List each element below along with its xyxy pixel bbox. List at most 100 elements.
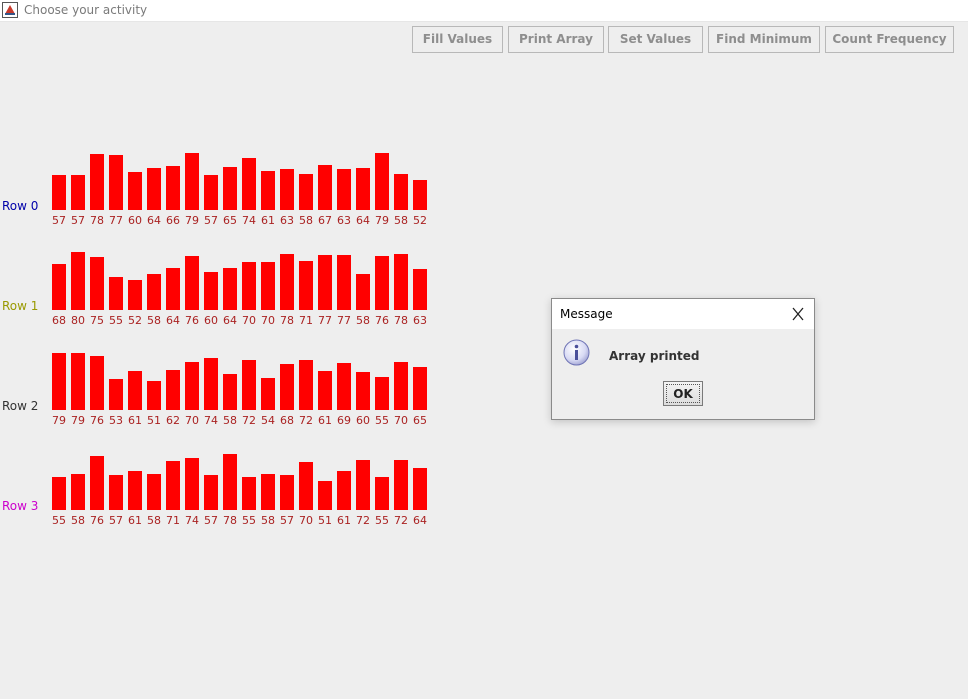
value-label-row0-col4: 60	[128, 214, 142, 227]
bar-row0-col5	[147, 168, 161, 210]
value-label-row2-col2: 76	[90, 414, 104, 427]
bar-row0-col12	[280, 169, 294, 210]
bar-row3-col15	[337, 471, 351, 510]
value-label-row1-col14: 77	[318, 314, 332, 327]
bar-row3-col10	[242, 477, 256, 510]
bar-row3-col7	[185, 458, 199, 510]
value-label-row1-col5: 58	[147, 314, 161, 327]
bar-row0-col16	[356, 168, 370, 210]
bar-row3-col2	[90, 456, 104, 510]
bar-row0-col19	[413, 180, 427, 210]
close-icon[interactable]	[788, 305, 808, 323]
value-label-row0-col8: 57	[204, 214, 218, 227]
value-label-row3-col11: 58	[261, 514, 275, 527]
bar-row2-col1	[71, 353, 85, 410]
bar-row0-col13	[299, 174, 313, 210]
bar-row2-col8	[204, 358, 218, 410]
bar-row2-col2	[90, 356, 104, 410]
bar-row1-col2	[90, 257, 104, 310]
value-label-row0-col5: 64	[147, 214, 161, 227]
bar-row0-col1	[71, 175, 85, 210]
bar-row1-col10	[242, 262, 256, 310]
bar-row3-col19	[413, 468, 427, 510]
bar-row3-col5	[147, 474, 161, 510]
bar-row1-col4	[128, 280, 142, 310]
value-label-row1-col6: 64	[166, 314, 180, 327]
array-bar-chart: 57 57 78 77 60 64 66 79 57 65 74 61 63 58 67 63 64 79 58 52…	[52, 153, 427, 527]
value-label-row1-col1: 80	[71, 314, 85, 327]
bar-row3-col14	[318, 481, 332, 510]
message-dialog: Message Array printed OK	[551, 298, 815, 420]
bar-row2-col7	[185, 362, 199, 410]
bar-row1-col17	[375, 256, 389, 310]
bar-row1-col1	[71, 252, 85, 310]
bar-row3-col12	[280, 475, 294, 510]
dialog-titlebar: Message	[552, 299, 814, 329]
value-label-row1-col3: 55	[109, 314, 123, 327]
bar-row3-col0	[52, 477, 66, 510]
value-label-row1-col18: 78	[394, 314, 408, 327]
value-label-row1-col4: 52	[128, 314, 142, 327]
dialog-title: Message	[560, 307, 613, 321]
bar-row1-col8	[204, 272, 218, 310]
bar-row3-col1	[71, 474, 85, 510]
value-label-row0-col7: 79	[185, 214, 199, 227]
value-label-row3-col15: 61	[337, 514, 351, 527]
bar-row3-col8	[204, 475, 218, 510]
value-label-row2-col15: 69	[337, 414, 351, 427]
bar-row0-col15	[337, 169, 351, 210]
value-label-row2-col10: 72	[242, 414, 256, 427]
ok-button[interactable]: OK	[663, 381, 703, 406]
value-label-row0-col1: 57	[71, 214, 85, 227]
bar-row1-col13	[299, 261, 313, 310]
value-label-row0-col17: 79	[375, 214, 389, 227]
bar-row1-col11	[261, 262, 275, 310]
bar-row1-col19	[413, 269, 427, 310]
value-label-row0-col11: 61	[261, 214, 275, 227]
bar-row3-col6	[166, 461, 180, 510]
value-label-row0-col15: 63	[337, 214, 351, 227]
bar-row3-col4	[128, 471, 142, 510]
bar-row1-col9	[223, 268, 237, 310]
bar-row2-col19	[413, 367, 427, 410]
value-label-row3-col9: 78	[223, 514, 237, 527]
value-label-row1-col8: 60	[204, 314, 218, 327]
bar-row0-col10	[242, 158, 256, 210]
value-label-row0-col0: 57	[52, 214, 66, 227]
bar-row3-col18	[394, 460, 408, 510]
value-label-row2-col8: 74	[204, 414, 218, 427]
value-label-row2-col6: 62	[166, 414, 180, 427]
bar-row2-col4	[128, 371, 142, 410]
value-label-row2-col13: 72	[299, 414, 313, 427]
value-label-row3-col14: 51	[318, 514, 332, 527]
value-label-row1-col15: 77	[337, 314, 351, 327]
bar-row0-col11	[261, 171, 275, 210]
value-label-row0-col9: 65	[223, 214, 237, 227]
value-label-row2-col5: 51	[147, 414, 161, 427]
bar-row0-col18	[394, 174, 408, 210]
value-label-row2-col1: 79	[71, 414, 85, 427]
bar-row2-col9	[223, 374, 237, 410]
value-label-row1-col12: 78	[280, 314, 294, 327]
value-label-row3-col19: 64	[413, 514, 427, 527]
bar-row2-col15	[337, 363, 351, 410]
value-label-row3-col3: 57	[109, 514, 123, 527]
bar-row0-col4	[128, 172, 142, 210]
bar-row1-col7	[185, 256, 199, 310]
value-label-row2-col0: 79	[52, 414, 66, 427]
bar-row2-col12	[280, 364, 294, 410]
value-label-row3-col0: 55	[52, 514, 66, 527]
value-label-row0-col2: 78	[90, 214, 104, 227]
value-label-row1-col16: 58	[356, 314, 370, 327]
bar-row2-col18	[394, 362, 408, 410]
bar-row1-col12	[280, 254, 294, 310]
value-label-row0-col16: 64	[356, 214, 370, 227]
bar-row2-col17	[375, 377, 389, 410]
value-label-row3-col12: 57	[280, 514, 294, 527]
bar-row0-col14	[318, 165, 332, 210]
value-label-row0-col6: 66	[166, 214, 180, 227]
bar-row2-col14	[318, 371, 332, 410]
value-label-row2-col17: 55	[375, 414, 389, 427]
info-icon	[563, 339, 590, 366]
value-label-row3-col1: 58	[71, 514, 85, 527]
